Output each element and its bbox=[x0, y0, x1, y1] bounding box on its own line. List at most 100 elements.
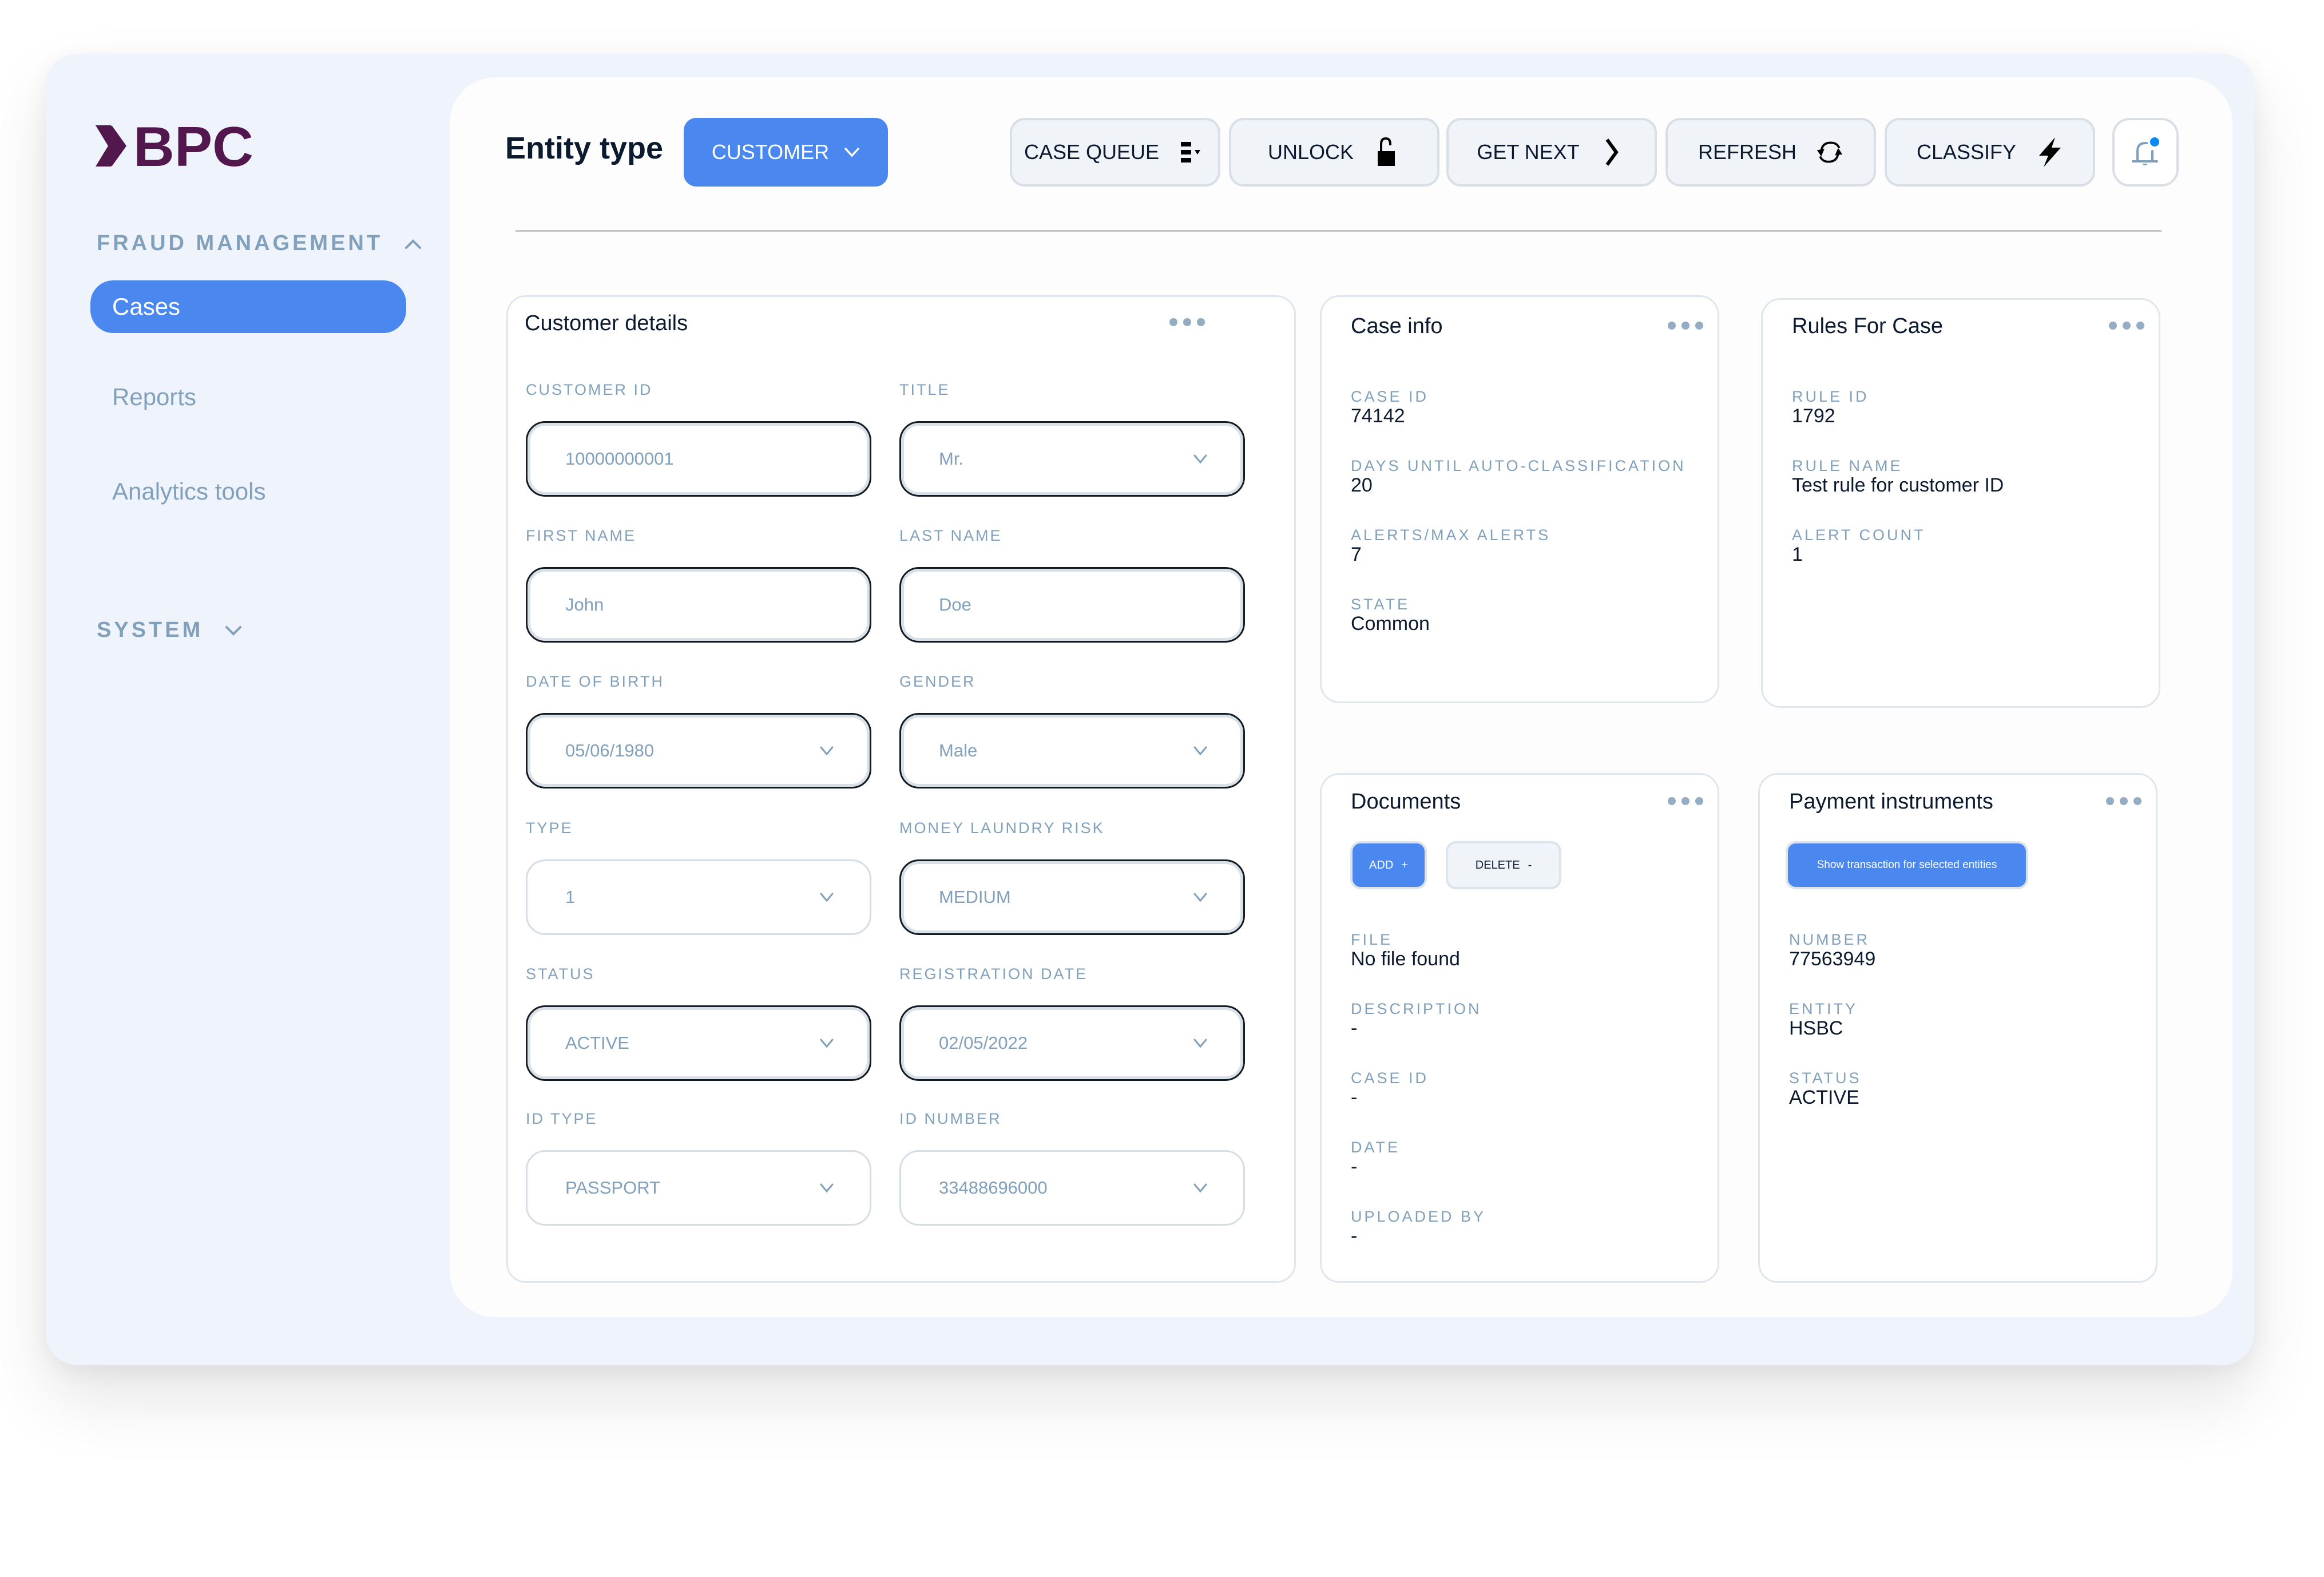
chevron-down-icon bbox=[820, 746, 834, 756]
id-type-value: PASSPORT bbox=[565, 1178, 660, 1198]
chevron-down-icon bbox=[1193, 1039, 1207, 1048]
date-of-birth-value: 05/06/1980 bbox=[565, 740, 655, 760]
refresh-icon bbox=[1817, 141, 1843, 163]
case-info-card bbox=[1320, 295, 1719, 703]
sidebar-item-analytics-tools[interactable]: Analytics tools bbox=[112, 478, 265, 505]
rule-id-value: 1792 bbox=[1792, 405, 1835, 427]
money-laundry-risk-select[interactable]: MEDIUM bbox=[899, 859, 1245, 935]
entity-type-select[interactable]: CUSTOMER bbox=[684, 118, 888, 187]
alerts-max-alerts-label: ALERTS/MAX ALERTS bbox=[1351, 526, 1551, 544]
sidebar-item-label: Analytics tools bbox=[112, 478, 266, 505]
payment-more-icon[interactable] bbox=[2106, 797, 2141, 805]
queue-list-icon bbox=[1181, 142, 1201, 163]
last-name-value: Doe bbox=[939, 595, 971, 615]
description-value: - bbox=[1351, 1017, 1358, 1039]
sidebar-item-reports[interactable]: Reports bbox=[112, 383, 196, 411]
chevron-down-icon bbox=[820, 893, 834, 902]
title-value: Mr. bbox=[939, 449, 964, 469]
number-label: NUMBER bbox=[1789, 931, 1870, 948]
first-name-input[interactable]: John bbox=[526, 567, 871, 643]
classify-button[interactable]: CLASSIFY bbox=[1885, 118, 2095, 187]
days-until-auto-classification-label: DAYS UNTIL AUTO-CLASSIFICATION bbox=[1351, 457, 1686, 474]
case-queue-button[interactable]: CASE QUEUE bbox=[1010, 118, 1220, 187]
status-value: ACTIVE bbox=[565, 1033, 629, 1053]
unlock-label: UNLOCK bbox=[1267, 140, 1354, 164]
get-next-label: GET NEXT bbox=[1477, 140, 1580, 164]
entity-value: HSBC bbox=[1789, 1017, 1843, 1039]
chevron-down-icon bbox=[820, 1039, 834, 1048]
gender-value: Male bbox=[939, 740, 978, 760]
id-number-select[interactable]: 33488696000 bbox=[899, 1150, 1245, 1226]
registration-date-select[interactable]: 02/05/2022 bbox=[899, 1005, 1245, 1081]
notifications-button[interactable] bbox=[2112, 118, 2179, 187]
customer-details-more-icon[interactable] bbox=[1169, 318, 1205, 326]
add-document-button[interactable]: ADD + bbox=[1350, 841, 1427, 889]
title-label: TITLE bbox=[899, 381, 950, 398]
uploaded-by-label: UPLOADED BY bbox=[1351, 1208, 1486, 1225]
date-of-birth-label: DATE OF BIRTH bbox=[526, 673, 665, 690]
customer-details-title: Customer details bbox=[525, 311, 688, 335]
title-select[interactable]: Mr. bbox=[899, 421, 1245, 497]
alert-count-label: ALERT COUNT bbox=[1792, 526, 1926, 544]
rule-name-label: RULE NAME bbox=[1792, 457, 1903, 474]
nav-section-label: FRAUD MANAGEMENT bbox=[97, 231, 383, 255]
registration-date-value: 02/05/2022 bbox=[939, 1033, 1028, 1053]
nav-section-system[interactable]: SYSTEM bbox=[97, 618, 242, 643]
chevron-down-icon bbox=[1193, 1183, 1207, 1193]
get-next-button[interactable]: GET NEXT bbox=[1446, 118, 1657, 187]
status-label: STATUS bbox=[1789, 1069, 1862, 1087]
chevron-down-icon bbox=[820, 1183, 834, 1193]
gender-select[interactable]: Male bbox=[899, 713, 1245, 788]
chevron-down-icon bbox=[225, 625, 242, 636]
case-id-label: CASE ID bbox=[1351, 1069, 1429, 1087]
status-select[interactable]: ACTIVE bbox=[526, 1005, 871, 1081]
rules-for-case-title: Rules For Case bbox=[1792, 314, 1943, 338]
uploaded-by-value: - bbox=[1351, 1225, 1358, 1247]
file-label: FILE bbox=[1351, 931, 1393, 948]
show-transactions-button[interactable]: Show transaction for selected entities bbox=[1786, 841, 2028, 889]
id-type-select[interactable]: PASSPORT bbox=[526, 1150, 871, 1226]
refresh-label: REFRESH bbox=[1698, 140, 1797, 164]
bpc-logo[interactable]: BPC bbox=[96, 115, 256, 178]
gender-label: GENDER bbox=[899, 673, 976, 690]
case-info-more-icon[interactable] bbox=[1668, 322, 1703, 330]
classify-label: CLASSIFY bbox=[1916, 140, 2017, 164]
rules-more-icon[interactable] bbox=[2109, 322, 2144, 330]
sidebar-item-label: Cases bbox=[112, 293, 181, 320]
bpc-logo-mark: BPC bbox=[96, 115, 253, 178]
type-label: TYPE bbox=[526, 819, 573, 837]
date-of-birth-select[interactable]: 05/06/1980 bbox=[526, 713, 871, 788]
customer-id-input[interactable]: 10000000001 bbox=[526, 421, 871, 497]
chevron-down-icon bbox=[1193, 893, 1207, 902]
money-laundry-risk-value: MEDIUM bbox=[939, 887, 1011, 907]
nav-section-label: SYSTEM bbox=[97, 618, 204, 642]
last-name-label: LAST NAME bbox=[899, 527, 1002, 544]
delete-label: DELETE bbox=[1475, 858, 1520, 871]
bell-icon bbox=[2132, 137, 2159, 165]
last-name-input[interactable]: Doe bbox=[899, 567, 1245, 643]
unlock-icon bbox=[1378, 137, 1395, 166]
chevron-down-icon bbox=[844, 148, 859, 157]
type-select[interactable]: 1 bbox=[526, 859, 871, 935]
state-value: Common bbox=[1351, 613, 1430, 635]
number-value: 77563949 bbox=[1789, 948, 1876, 970]
date-label: DATE bbox=[1351, 1139, 1401, 1156]
alert-count-value: 1 bbox=[1792, 544, 1803, 565]
refresh-button[interactable]: REFRESH bbox=[1665, 118, 1876, 187]
entity-type-value: CUSTOMER bbox=[711, 140, 830, 164]
nav-section-fraud-management[interactable]: FRAUD MANAGEMENT bbox=[97, 231, 422, 256]
header-divider bbox=[515, 230, 2162, 232]
payment-instruments-title: Payment instruments bbox=[1789, 790, 1993, 814]
delete-document-button[interactable]: DELETE - bbox=[1446, 841, 1561, 889]
id-number-label: ID NUMBER bbox=[899, 1110, 1002, 1127]
customer-id-label: CUSTOMER ID bbox=[526, 381, 653, 398]
chevron-up-icon bbox=[405, 239, 422, 249]
alerts-max-alerts-value: 7 bbox=[1351, 544, 1362, 565]
case-queue-label: CASE QUEUE bbox=[1024, 140, 1160, 164]
sidebar-item-label: Reports bbox=[112, 383, 197, 410]
documents-more-icon[interactable] bbox=[1668, 797, 1703, 805]
first-name-label: FIRST NAME bbox=[526, 527, 637, 544]
sidebar-item-cases[interactable]: Cases bbox=[90, 280, 406, 333]
id-type-label: ID TYPE bbox=[526, 1110, 598, 1127]
unlock-button[interactable]: UNLOCK bbox=[1229, 118, 1439, 187]
